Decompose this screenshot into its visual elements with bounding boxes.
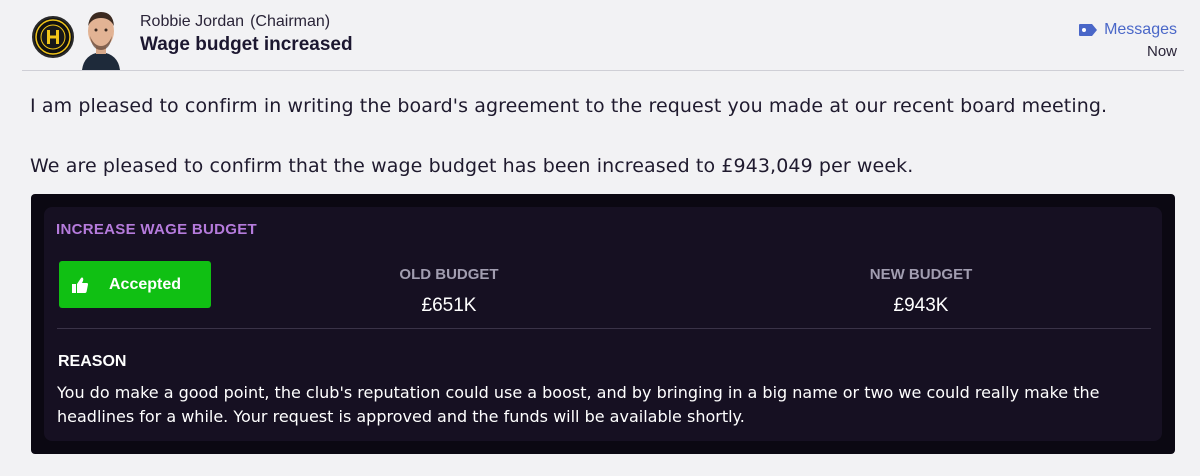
sender-role: (Chairman) [250,13,331,30]
reason-text: You do make a good point, the club's rep… [57,383,1100,426]
sender-line: Robbie Jordan (Chairman) [140,13,330,31]
tag-icon [1079,24,1098,36]
accepted-status-button[interactable]: Accepted [59,261,211,308]
header-divider [22,70,1184,71]
old-budget-value: £651K [421,295,477,316]
old-budget-label: OLD BUDGET [399,266,499,283]
reason-title: REASON [58,353,127,370]
new-budget-label: NEW BUDGET [869,266,973,283]
request-panel: INCREASE WAGE BUDGET Accepted OLD BUDGET… [31,194,1175,454]
panel-title: INCREASE WAGE BUDGET [56,221,258,238]
new-budget-value: £943K [893,295,949,316]
thumbs-up-icon [72,277,88,293]
sender-name[interactable]: Robbie Jordan [140,13,244,30]
body-paragraph-2: We are pleased to confirm that the wage … [30,155,914,177]
club-crest-icon[interactable] [32,16,74,58]
accepted-label: Accepted [109,275,182,293]
request-panel-inner: INCREASE WAGE BUDGET Accepted OLD BUDGET… [44,207,1162,441]
panel-divider [57,328,1151,329]
body-paragraph-1: I am pleased to confirm in writing the b… [30,95,1108,117]
messages-link-label: Messages [1104,21,1177,38]
message-header: Robbie Jordan (Chairman) Wage budget incr… [0,0,1200,72]
message-subject: Wage budget increased [140,34,353,55]
message-time: Now [1146,43,1177,60]
messages-link[interactable]: Messages [1078,21,1177,39]
chairman-avatar[interactable] [78,6,124,70]
